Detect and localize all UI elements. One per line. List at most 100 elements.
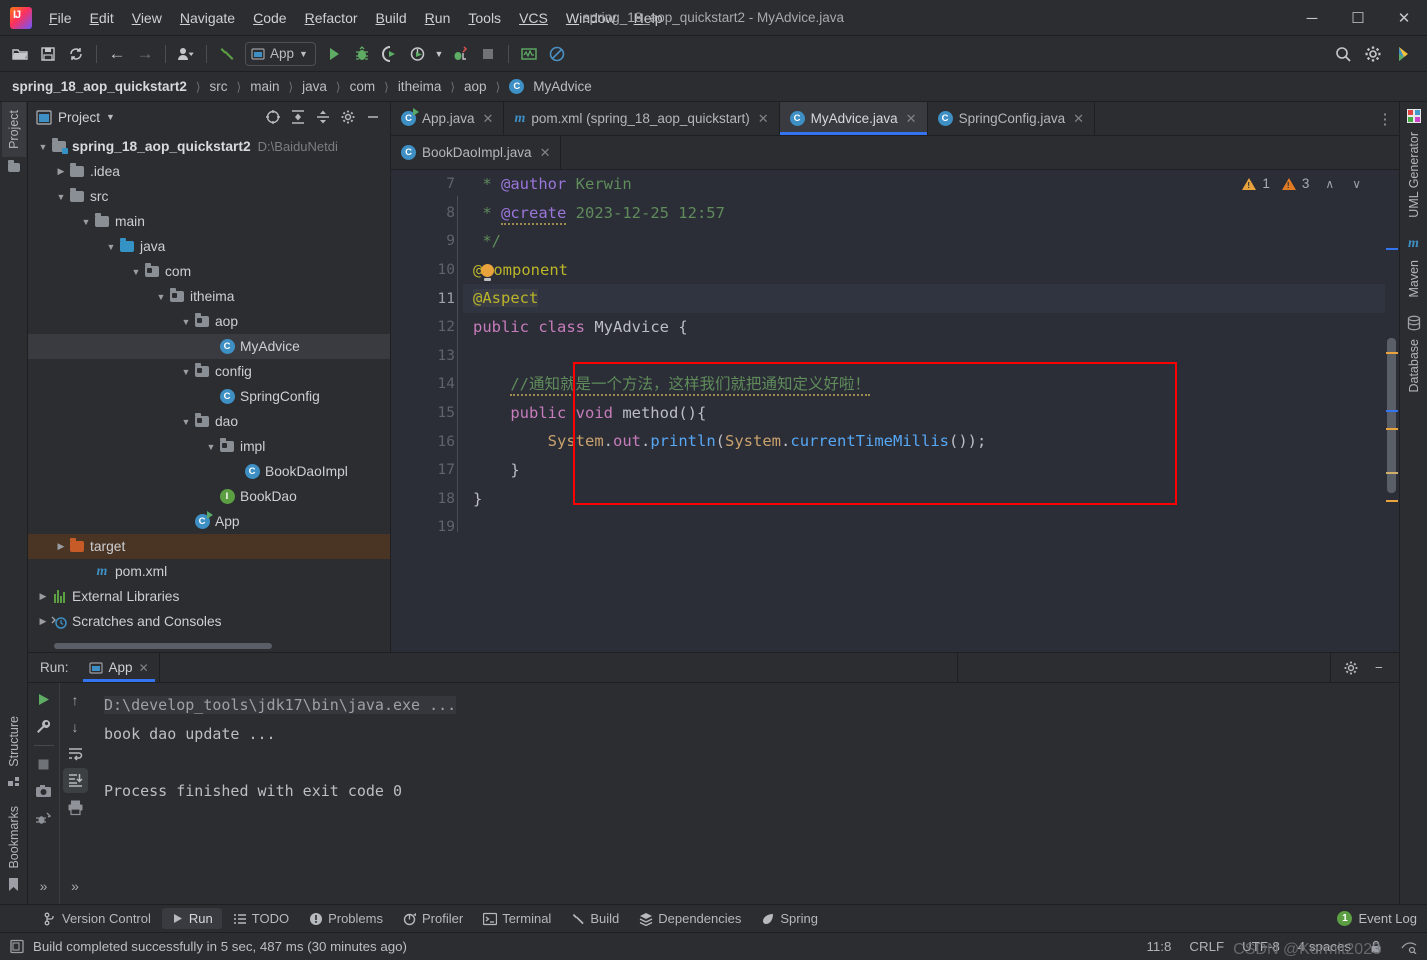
tab-bookdaoimpl-java[interactable]: C BookDaoImpl.java ✕ [391,136,562,169]
breadcrumb-item-1[interactable]: src [208,78,230,95]
tree-row-dao[interactable]: ▼ dao [28,409,390,434]
event-log-area[interactable]: 1 Event Log [1337,911,1427,926]
close-icon[interactable]: ✕ [758,111,769,127]
tree-row-itheima[interactable]: ▼ itheima [28,284,390,309]
tree-row-aop[interactable]: ▼ aop [28,309,390,334]
tool-button-profiler[interactable]: Profiler [394,908,472,929]
updates-icon[interactable] [1389,41,1417,67]
tree-row-scratches[interactable]: ▶ Scratches and Consoles [28,609,390,634]
save-all-icon[interactable] [34,41,62,67]
menu-item-help[interactable]: Help [625,6,672,30]
tree-row-project-root[interactable]: ▼ spring_18_aop_quickstart2 D:\BaiduNetd… [28,134,390,159]
tool-button-todo[interactable]: TODO [224,908,298,929]
tab-pom-xml[interactable]: m pom.xml (spring_18_aop_quickstart) ✕ [504,102,780,135]
run-tab-app[interactable]: App ✕ [79,653,159,682]
tree-row-springconfig[interactable]: C SpringConfig [28,384,390,409]
expand-all-icon[interactable] [287,106,309,128]
tree-row-com[interactable]: ▼ com [28,259,390,284]
tree-row-app[interactable]: C App [28,509,390,534]
hide-panel-icon[interactable] [362,106,384,128]
chevron-down-icon[interactable]: ▼ [104,242,118,252]
menu-item-edit[interactable]: Edit [81,6,123,30]
gear-icon[interactable] [1339,656,1363,680]
sync-icon[interactable] [62,41,90,67]
chevron-down-icon[interactable]: ▼ [179,417,193,427]
menu-bar[interactable]: FFileile Edit View Navigate Code Refacto… [40,6,671,30]
menu-item-code[interactable]: Code [244,6,295,30]
dump-threads-icon[interactable] [31,806,56,831]
stop-icon[interactable] [31,752,56,777]
chevron-right-icon[interactable]: ▶ [54,541,68,552]
select-opened-file-icon[interactable] [262,106,284,128]
more-icon[interactable]: » [63,873,88,898]
chevron-down-icon[interactable]: ▼ [179,317,193,327]
menu-item-vcs[interactable]: VCS [510,6,557,30]
close-button[interactable]: ✕ [1381,0,1427,36]
open-project-icon[interactable] [6,41,34,67]
rerun-icon[interactable] [31,687,56,712]
tree-row-pomxml[interactable]: m pom.xml [28,559,390,584]
close-icon[interactable]: ✕ [540,145,551,161]
tree-row-impl[interactable]: ▼ impl [28,434,390,459]
minimize-button[interactable]: ─ [1289,0,1335,36]
menu-item-window[interactable]: Window [557,6,625,30]
tab-overflow-menu-icon[interactable]: ⋮ [1371,102,1399,135]
menu-item-view[interactable]: View [123,6,171,30]
maximize-button[interactable]: ☐ [1335,0,1381,36]
line-separator[interactable]: CRLF [1189,939,1224,954]
run-configuration-selector[interactable]: App ▼ [245,41,316,66]
down-arrow-icon[interactable]: ↓ [63,714,88,739]
tree-row-main[interactable]: ▼ main [28,209,390,234]
run-with-coverage-icon[interactable] [376,41,404,67]
close-icon[interactable]: ✕ [139,661,149,675]
tool-button-build[interactable]: Build [562,908,628,929]
breadcrumb-item-5[interactable]: itheima [396,78,444,95]
chevron-down-icon[interactable]: ▼ [204,442,218,452]
tree-row-target[interactable]: ▶ target [28,534,390,559]
close-icon[interactable]: ✕ [906,111,917,127]
tab-springconfig-java[interactable]: C SpringConfig.java ✕ [928,102,1096,135]
editor-tab-row-2[interactable]: C BookDaoImpl.java ✕ [391,136,1399,170]
sidebar-item-bookmarks[interactable]: Bookmarks [2,798,26,877]
chevron-down-icon[interactable]: ▼ [129,267,143,277]
breadcrumb-item-3[interactable]: java [300,78,329,95]
tree-row-bookdaoimpl[interactable]: C BookDaoImpl [28,459,390,484]
editor-marker-bar[interactable] [1385,170,1399,652]
more-icon[interactable]: » [31,873,56,898]
tab-app-java[interactable]: C App.java ✕ [391,102,505,135]
tree-row-myadvice[interactable]: C MyAdvice [28,334,390,359]
soft-wrap-icon[interactable] [63,741,88,766]
forward-arrow-icon[interactable]: → [131,41,159,67]
inspection-widget[interactable]: 1 3 ∧ ∨ [1242,176,1363,191]
menu-item-refactor[interactable]: Refactor [296,6,367,30]
up-arrow-icon[interactable]: ↑ [63,687,88,712]
debug-icon[interactable] [348,41,376,67]
chevron-right-icon[interactable]: ▶ [36,616,50,627]
event-log-label[interactable]: Event Log [1358,911,1417,926]
build-hammer-icon[interactable] [213,41,241,67]
chevron-down-icon[interactable]: ▼ [79,217,93,227]
breadcrumb-item-6[interactable]: aop [462,78,489,95]
chevron-down-icon[interactable]: ▼ [154,292,168,302]
search-icon[interactable] [1329,41,1357,67]
disable-inspection-icon[interactable] [543,41,571,67]
attach-debugger-icon[interactable] [446,41,474,67]
sidebar-item-structure[interactable]: Structure [2,708,26,775]
tree-row-java[interactable]: ▼ java [28,234,390,259]
tool-button-version-control[interactable]: Version Control [34,908,160,929]
menu-item-build[interactable]: Build [367,6,416,30]
menu-item-run[interactable]: Run [416,6,460,30]
breadcrumb-item-4[interactable]: com [348,78,378,95]
breadcrumb-item-7[interactable]: MyAdvice [531,78,594,95]
tool-button-dependencies[interactable]: Dependencies [630,908,750,929]
tool-button-run[interactable]: Run [161,908,222,929]
previous-problem-icon[interactable]: ∧ [1323,177,1336,191]
print-icon[interactable] [63,795,88,820]
close-icon[interactable]: ✕ [1073,111,1084,127]
tab-myadvice-java[interactable]: C MyAdvice.java ✕ [779,102,928,135]
camera-icon[interactable] [31,779,56,804]
gear-icon[interactable] [337,106,359,128]
settings-gear-icon[interactable] [1359,41,1387,67]
chevron-down-icon[interactable]: ▼ [179,367,193,377]
back-arrow-icon[interactable]: ← [103,41,131,67]
